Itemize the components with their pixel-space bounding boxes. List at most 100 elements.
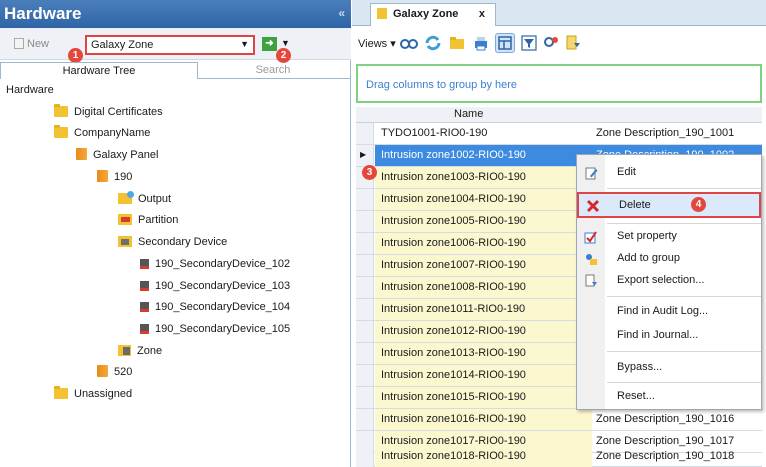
new-button[interactable]: New [14, 38, 49, 50]
tree-node-companyname[interactable]: CompanyName [54, 125, 150, 141]
tree-node-label: Zone [137, 345, 163, 357]
column-header-name[interactable]: Name [454, 108, 483, 120]
delete-icon [586, 199, 600, 213]
tree-node-secondary-device-103[interactable]: 190_SecondaryDevice_103 [140, 278, 290, 294]
table-row[interactable]: TYDO1001-RIO0-190 Zone Description_190_1… [356, 123, 762, 145]
row-selector[interactable] [356, 387, 374, 408]
menu-item-label: Edit [617, 166, 636, 178]
tree-node-label: 190_SecondaryDevice_103 [155, 280, 291, 292]
refresh-icon[interactable] [424, 34, 442, 52]
row-selector[interactable] [356, 255, 374, 276]
column-chooser-icon[interactable] [495, 33, 515, 53]
menu-item-label: Bypass... [617, 361, 663, 373]
menu-item-export-selection[interactable]: Export selection... [577, 269, 761, 293]
open-folder-icon[interactable] [448, 34, 466, 52]
hardware-toolbar: New Galaxy Zone ▼ ➜ ▼ 1 2 [0, 28, 351, 63]
table-row[interactable]: Intrusion zone1018-RIO0-190 Zone Descrip… [356, 446, 762, 467]
tab-hardware-tree[interactable]: Hardware Tree [0, 62, 198, 79]
chevron-down-icon: ▼ [240, 39, 249, 49]
views-toolbar: Views ▾ [352, 26, 766, 60]
entity-type-select[interactable]: Galaxy Zone ▼ [85, 35, 255, 55]
tree-node-output[interactable]: Output [118, 191, 171, 207]
tree-node-zone[interactable]: Zone [118, 343, 162, 359]
menu-item-find-audit-log[interactable]: Find in Audit Log... [577, 300, 761, 324]
row-selector[interactable] [356, 189, 374, 210]
filter-icon[interactable] [520, 34, 538, 52]
cell-name: Intrusion zone1016-RIO0-190 [375, 409, 592, 430]
tree-node-label: 190_SecondaryDevice_102 [155, 258, 291, 270]
open-grid-button[interactable]: ➜ [262, 37, 277, 51]
views-label: Views [358, 38, 388, 50]
cell-name: Intrusion zone1011-RIO0-190 [375, 299, 592, 320]
row-selector[interactable] [356, 343, 374, 364]
menu-separator [607, 382, 761, 383]
tree-node-hardware[interactable]: Hardware [6, 82, 54, 98]
row-selector[interactable] [356, 321, 374, 342]
find-icon[interactable] [400, 34, 418, 52]
zone-folder-icon [118, 345, 131, 356]
row-selector[interactable] [356, 299, 374, 320]
tree-node-partition[interactable]: Partition [118, 212, 178, 228]
tree-node-secondary-device[interactable]: Secondary Device [118, 234, 227, 250]
tree-node-secondary-device-105[interactable]: 190_SecondaryDevice_105 [140, 321, 290, 337]
row-selector[interactable] [356, 409, 374, 430]
group-icon [586, 254, 597, 265]
folder-icon [54, 125, 68, 138]
tab-search[interactable]: Search [198, 62, 348, 79]
menu-item-edit[interactable]: Edit [577, 161, 761, 185]
menu-item-add-to-group[interactable]: Add to group [577, 247, 761, 271]
collapse-icon[interactable]: « [338, 6, 345, 20]
tree-node-label: Unassigned [74, 388, 133, 400]
close-icon[interactable]: x [479, 4, 485, 25]
row-selector[interactable] [356, 365, 374, 386]
tree-node-label: Output [138, 193, 172, 205]
menu-separator [607, 223, 761, 224]
device-icon [140, 259, 149, 269]
menu-item-find-journal[interactable]: Find in Journal... [577, 324, 761, 348]
tree-node-unassigned[interactable]: Unassigned [54, 386, 132, 402]
tree-node-label: Galaxy Panel [93, 149, 159, 161]
cell-description: Zone Description_190_1016 [596, 413, 735, 425]
tree-node-digital-certificates[interactable]: Digital Certificates [54, 104, 163, 120]
tree-node-190[interactable]: 190 [97, 169, 132, 185]
table-row[interactable]: Intrusion zone1016-RIO0-190 Zone Descrip… [356, 409, 762, 431]
row-selector[interactable] [356, 211, 374, 232]
tree-node-label: Hardware [6, 84, 54, 96]
controller-icon [97, 170, 108, 182]
menu-item-reset[interactable]: Reset... [577, 385, 761, 409]
tree-node-520[interactable]: 520 [97, 364, 132, 380]
menu-item-set-property[interactable]: Set property [577, 225, 761, 249]
cell-name: Intrusion zone1013-RIO0-190 [375, 343, 592, 364]
row-selector[interactable] [356, 123, 374, 144]
grid-header: Name [356, 107, 762, 123]
tree-node-galaxy-panel[interactable]: Galaxy Panel [76, 147, 158, 163]
tree-node-label: CompanyName [74, 127, 151, 139]
tree-node-secondary-device-104[interactable]: 190_SecondaryDevice_104 [140, 299, 290, 315]
row-selector[interactable] [356, 446, 374, 467]
menu-item-delete[interactable]: Delete 4 [577, 192, 761, 218]
menu-item-label: Add to group [617, 252, 680, 264]
checkbox-check-icon [584, 231, 597, 244]
cell-name: Intrusion zone1006-RIO0-190 [375, 233, 592, 254]
cell-name: Intrusion zone1007-RIO0-190 [375, 255, 592, 276]
callout-badge-4: 4 [691, 197, 706, 212]
tree-node-secondary-device-102[interactable]: 190_SecondaryDevice_102 [140, 256, 290, 272]
device-folder-icon [118, 236, 132, 247]
open-grid-dropdown-icon[interactable]: ▼ [281, 38, 290, 48]
hardware-tabs: Hardware Tree Search [0, 60, 351, 79]
folder-icon [54, 104, 68, 117]
group-by-area[interactable]: Drag columns to group by here [356, 64, 762, 103]
tree-node-label: 190_SecondaryDevice_104 [155, 301, 291, 313]
menu-item-label: Delete [619, 199, 651, 211]
row-selector[interactable] [356, 233, 374, 254]
row-selector[interactable]: ▶ [356, 145, 374, 166]
export-icon[interactable] [564, 34, 582, 52]
row-selector[interactable] [356, 277, 374, 298]
query-icon[interactable] [542, 34, 560, 52]
tab-galaxy-zone[interactable]: Galaxy Zone x [370, 3, 496, 26]
cell-name: Intrusion zone1004-RIO0-190 [375, 189, 592, 210]
menu-item-bypass[interactable]: Bypass... [577, 356, 761, 380]
cell-name: Intrusion zone1002-RIO0-190 [375, 145, 592, 166]
views-menu-button[interactable]: Views ▾ [358, 37, 396, 50]
print-icon[interactable] [472, 34, 490, 52]
